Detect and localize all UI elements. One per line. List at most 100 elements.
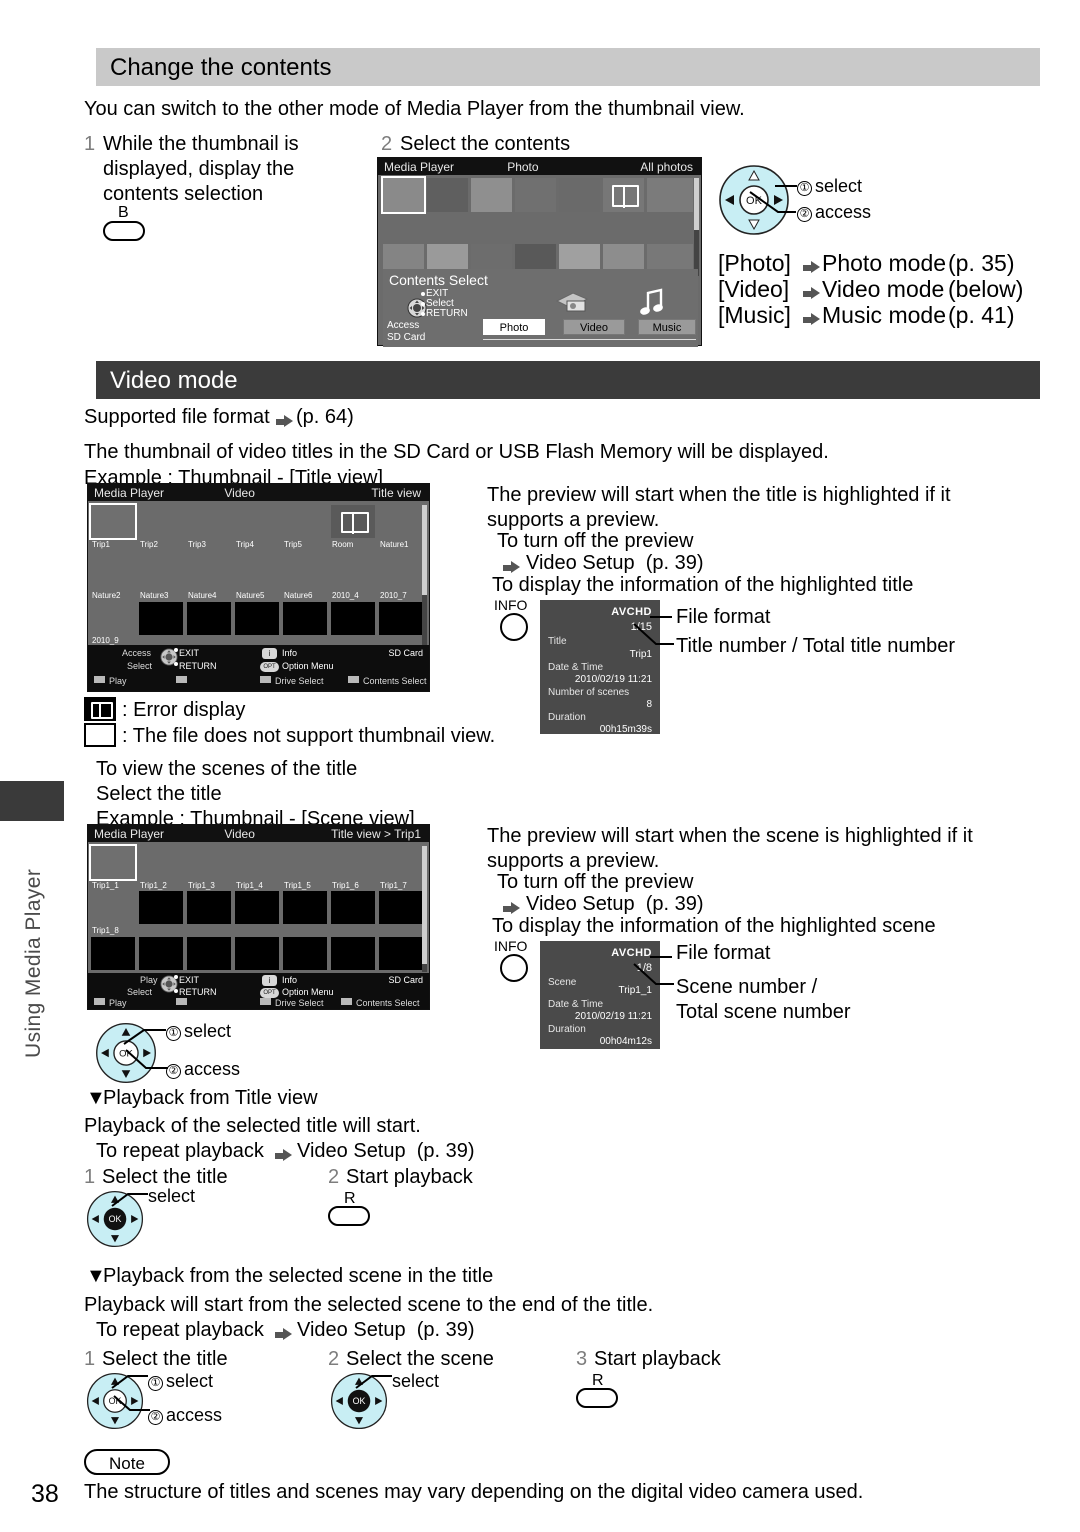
info-row-key: Date & Time	[548, 999, 604, 1010]
scene-thumb-selected[interactable]	[89, 844, 137, 881]
scene-thumb[interactable]	[379, 937, 423, 970]
callout-select-2: ① select	[166, 1021, 231, 1042]
hint-dot	[421, 302, 425, 306]
photo-thumb[interactable]	[381, 176, 426, 214]
r-button-2[interactable]	[576, 1388, 618, 1408]
scene-thumb[interactable]	[235, 891, 279, 924]
screen-photo-scrollbar[interactable]	[694, 178, 699, 276]
title-thumb-selected[interactable]	[89, 503, 137, 540]
screen-scene-view: Media Player Video Title view > Trip1 Tr…	[87, 824, 430, 1010]
scene-thumb[interactable]	[187, 891, 231, 924]
playback-scene-step2-label: Select the scene	[346, 1348, 494, 1370]
color-key-blue	[341, 998, 352, 1005]
b-button[interactable]	[103, 221, 145, 241]
scene-thumb[interactable]	[91, 937, 135, 970]
title-thumb[interactable]	[235, 505, 279, 538]
screen-scene-view-scrollbar[interactable]	[422, 846, 427, 972]
screen-title-view-title-left: Media Player	[94, 486, 165, 500]
title-label: 2010_9	[92, 636, 119, 645]
screen-scene-view-scrollthumb[interactable]	[422, 846, 427, 964]
screen-title-view-scrollthumb[interactable]	[422, 505, 427, 595]
contents-select-photo-button[interactable]: Photo	[483, 319, 545, 335]
photo-thumb[interactable]	[515, 178, 556, 212]
mode-ref-music: (p. 41)	[948, 302, 1015, 328]
section-header-change-contents: Change the contents	[96, 48, 1040, 86]
note-text: The structure of titles and scenes may v…	[84, 1481, 864, 1503]
leader-line	[355, 1375, 392, 1389]
screen-photo-title-mid: Photo	[507, 160, 539, 174]
mode-name-photo: Photo mode	[822, 250, 947, 276]
mode-key-music: [Music]	[718, 302, 791, 328]
scene-thumb[interactable]	[235, 937, 279, 970]
r-button-1[interactable]	[328, 1206, 370, 1226]
playback-scene-step1-num: 1	[84, 1348, 96, 1370]
leader-line	[123, 1029, 166, 1045]
avchd-logo: AVCHD	[611, 947, 652, 959]
info-icon: i	[262, 648, 277, 659]
scene-thumb[interactable]	[379, 891, 423, 924]
manual-page: Using Media Player Change the contents Y…	[0, 0, 1080, 1532]
leader-line	[111, 1375, 148, 1389]
photo-thumb[interactable]	[471, 178, 512, 212]
title-thumb[interactable]	[187, 505, 231, 538]
info-button[interactable]	[500, 613, 528, 641]
scene-thumb[interactable]	[283, 937, 327, 970]
scene-thumb[interactable]	[187, 937, 231, 970]
option-menu-icon: OPT	[260, 662, 279, 672]
hint-dot	[421, 312, 425, 316]
callout-number: ①	[797, 181, 812, 196]
photo-thumb[interactable]	[647, 178, 693, 212]
info-panel-title: AVCHD 1/15 Title Trip1 Date & Time 2010/…	[540, 600, 660, 735]
title-label: 2010_7	[380, 591, 407, 600]
scene-label: Trip1_4	[236, 881, 263, 890]
callout-number: ①	[148, 1376, 163, 1391]
note-label: Note	[109, 1454, 145, 1473]
info-button[interactable]	[500, 954, 528, 982]
scene-thumb[interactable]	[139, 937, 183, 970]
hint-dot	[174, 989, 178, 993]
title-thumb[interactable]	[379, 602, 423, 635]
leader-line	[111, 1193, 148, 1207]
contents-select-video-button[interactable]: Video	[563, 319, 625, 335]
supported-format-label: Supported file format	[84, 406, 270, 428]
step1-line2: displayed, display the	[103, 158, 295, 180]
screen-title-view-scrollbar[interactable]	[422, 505, 427, 645]
photo-thumb[interactable]	[559, 178, 600, 212]
mode-name-music: Music mode	[822, 302, 946, 328]
scene-label: Trip1_5	[284, 881, 311, 890]
scene-label: Trip1_8	[92, 926, 119, 935]
title-thumb[interactable]	[283, 505, 327, 538]
mode-key-photo: [Photo]	[718, 250, 791, 276]
error-display-icon	[603, 178, 644, 212]
step2-label: Select the contents	[400, 133, 571, 155]
arrow-icon	[803, 313, 820, 326]
page-number: 38	[31, 1480, 59, 1508]
error-display-icon	[331, 505, 375, 538]
title-thumb[interactable]	[283, 602, 327, 635]
title-label: Trip5	[284, 540, 302, 549]
intro-paragraph: You can switch to the other mode of Medi…	[84, 98, 745, 120]
scene-thumb[interactable]	[331, 937, 375, 970]
playback-scene-step3-num: 3	[576, 1348, 588, 1370]
screen-photo-scrollthumb[interactable]	[694, 178, 699, 230]
info-panel-scene: AVCHD 1/8 Scene Trip1_1 Date & Time 2010…	[540, 941, 660, 1049]
bb-return: RETURN	[179, 987, 217, 997]
playback-title-step1-num: 1	[84, 1166, 96, 1188]
title-thumb[interactable]	[235, 602, 279, 635]
bb-sdcard: SD Card	[388, 975, 423, 985]
arrow-icon	[803, 261, 820, 274]
title-thumb[interactable]	[139, 602, 183, 635]
contents-select-music-button[interactable]: Music	[638, 319, 696, 335]
title-thumb[interactable]	[331, 602, 375, 635]
svg-text:OK: OK	[353, 1396, 366, 1406]
title-thumb[interactable]	[379, 505, 423, 538]
scene-thumb[interactable]	[331, 891, 375, 924]
scene-thumb[interactable]	[283, 891, 327, 924]
title-thumb[interactable]	[139, 505, 183, 538]
leader-line	[650, 616, 672, 618]
title-thumb[interactable]	[187, 602, 231, 635]
music-note-icon	[640, 288, 663, 315]
photo-thumb[interactable]	[427, 178, 468, 212]
playback-title-desc: Playback of the selected title will star…	[84, 1115, 421, 1137]
scene-thumb[interactable]	[139, 891, 183, 924]
